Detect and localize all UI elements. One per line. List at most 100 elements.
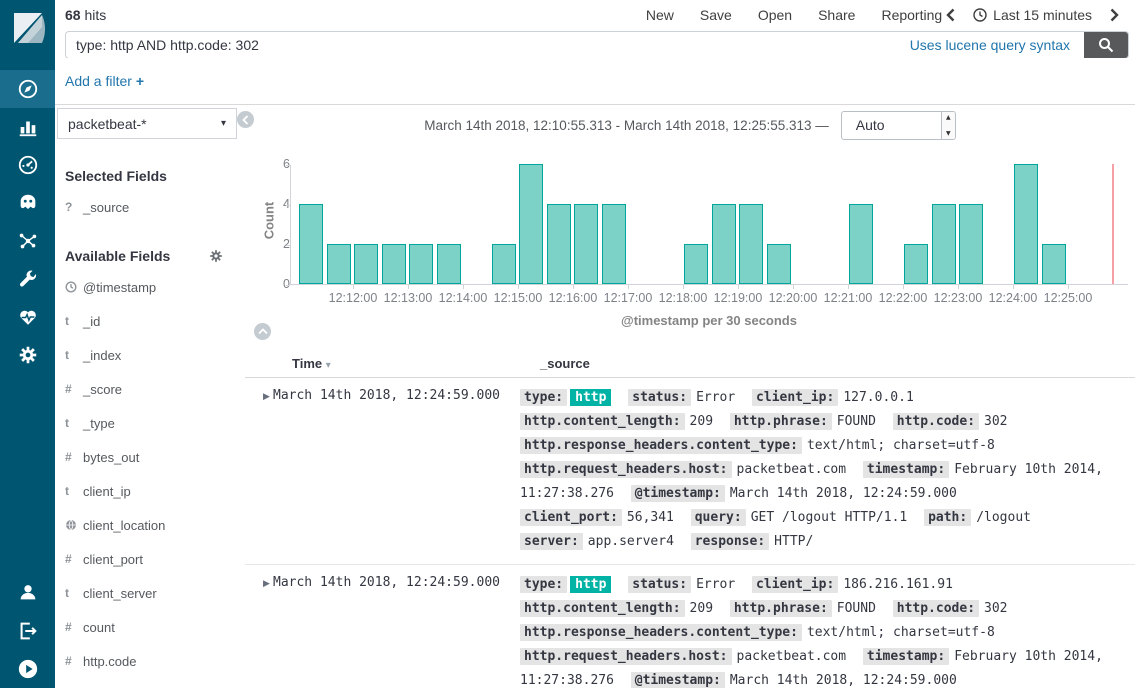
search-input[interactable] bbox=[66, 32, 910, 58]
user-account-icon bbox=[17, 581, 39, 603]
add-filter-button[interactable]: Add a filter + bbox=[65, 73, 144, 89]
histogram-bar[interactable] bbox=[519, 164, 543, 284]
kibana-logo[interactable] bbox=[0, 0, 55, 58]
x-axis-tick bbox=[628, 285, 629, 289]
table-header: Time ▾ _source bbox=[245, 350, 1135, 378]
field-item-@timestamp[interactable]: @timestamp bbox=[55, 270, 245, 304]
search-button[interactable] bbox=[1084, 32, 1128, 58]
nav-share-button[interactable]: Share bbox=[818, 7, 855, 23]
nav-open-button[interactable]: Open bbox=[758, 7, 792, 23]
histogram-bar[interactable] bbox=[904, 244, 928, 284]
histogram-bar[interactable] bbox=[1042, 244, 1066, 284]
field-item-client_server[interactable]: tclient_server bbox=[55, 576, 245, 610]
sidebar-item-visualize[interactable] bbox=[0, 108, 55, 146]
app-nav-rail bbox=[0, 0, 55, 688]
y-axis-tick bbox=[286, 245, 290, 246]
field-item-client_location[interactable]: client_location bbox=[55, 508, 245, 542]
histogram-bar[interactable] bbox=[684, 244, 708, 284]
histogram-bar[interactable] bbox=[959, 204, 983, 284]
field-item-bytes_out[interactable]: #bytes_out bbox=[55, 440, 245, 474]
nav-reporting-button[interactable]: Reporting bbox=[881, 7, 942, 23]
sidebar-item-dev-tools[interactable] bbox=[0, 260, 55, 298]
histogram-bar[interactable] bbox=[492, 244, 516, 284]
column-header-time[interactable]: Time ▾ bbox=[292, 356, 331, 371]
histogram-bar[interactable] bbox=[602, 204, 626, 284]
x-axis-tick-label: 12:25:00 bbox=[1038, 291, 1098, 305]
field-item-_index[interactable]: t_index bbox=[55, 338, 245, 372]
document-table: Time ▾ _source ▶March 14th 2018, 12:24:5… bbox=[245, 350, 1135, 688]
field-item-http.code[interactable]: #http.code bbox=[55, 644, 245, 678]
timepicker-label: Last 15 minutes bbox=[993, 7, 1092, 23]
sidebar-item-discover[interactable] bbox=[0, 70, 55, 108]
histogram-bar[interactable] bbox=[712, 204, 736, 284]
time-range-forward-button[interactable] bbox=[1106, 8, 1123, 22]
plus-icon: + bbox=[136, 73, 144, 89]
y-axis-tick-label: 4 bbox=[260, 197, 290, 211]
time-range-back-button[interactable] bbox=[942, 8, 959, 22]
x-axis-tick bbox=[793, 285, 794, 289]
sidebar-item-management[interactable] bbox=[0, 336, 55, 374]
histogram-bar[interactable] bbox=[574, 204, 598, 284]
collapse-nav-toggle[interactable] bbox=[0, 650, 55, 688]
field-item-client_ip[interactable]: tclient_ip bbox=[55, 474, 245, 508]
sort-descending-icon: ▾ bbox=[326, 360, 331, 371]
field-item-_source[interactable]: ?_source bbox=[55, 190, 245, 224]
sidebar-item-account[interactable] bbox=[0, 574, 55, 612]
sidebar-item-logout[interactable] bbox=[0, 612, 55, 650]
histogram-bar[interactable] bbox=[327, 244, 351, 284]
field-key-badge: status: bbox=[628, 576, 691, 593]
sidebar-item-graph[interactable] bbox=[0, 222, 55, 260]
table-rows: ▶March 14th 2018, 12:24:59.000type:http … bbox=[245, 378, 1135, 688]
expand-row-icon[interactable]: ▶ bbox=[263, 388, 270, 402]
chevron-right-icon bbox=[1110, 8, 1119, 22]
sidebar-item-monitoring[interactable] bbox=[0, 298, 55, 336]
field-key-badge: http.content_length: bbox=[520, 600, 685, 617]
histogram-bar[interactable] bbox=[299, 204, 323, 284]
date-field-type-icon bbox=[65, 281, 83, 293]
histogram-bar[interactable] bbox=[409, 244, 433, 284]
histogram-bar[interactable] bbox=[437, 244, 461, 284]
string-field-type-icon: t bbox=[65, 416, 83, 430]
table-row: ▶March 14th 2018, 12:24:59.000type:http … bbox=[245, 565, 1135, 688]
dashboard-icon bbox=[17, 154, 39, 176]
field-key-badge: query: bbox=[691, 509, 746, 526]
field-item-client_port[interactable]: #client_port bbox=[55, 542, 245, 576]
clock-icon bbox=[973, 8, 987, 22]
field-item-_id[interactable]: t_id bbox=[55, 304, 245, 338]
field-item-_score[interactable]: #_score bbox=[55, 372, 245, 406]
field-item-count[interactable]: #count bbox=[55, 610, 245, 644]
field-settings-button[interactable] bbox=[209, 249, 223, 263]
histogram-bar[interactable] bbox=[767, 244, 791, 284]
timepicker-button[interactable]: Last 15 minutes bbox=[973, 7, 1092, 23]
x-axis-tick-label: 12:22:00 bbox=[873, 291, 933, 305]
field-value: /logout bbox=[976, 510, 1031, 525]
histogram-bar[interactable] bbox=[547, 204, 571, 284]
selected-fields-list: ?_source bbox=[55, 190, 245, 224]
histogram-bar[interactable] bbox=[932, 204, 956, 284]
field-name: client_location bbox=[83, 518, 165, 533]
nav-save-button[interactable]: Save bbox=[700, 7, 732, 23]
x-axis-tick-label: 12:15:00 bbox=[488, 291, 548, 305]
histogram-bar[interactable] bbox=[354, 244, 378, 284]
expand-row-icon[interactable]: ▶ bbox=[263, 575, 270, 589]
histogram-bar[interactable] bbox=[1014, 164, 1038, 284]
histogram-bar[interactable] bbox=[739, 204, 763, 284]
sidebar-item-machine-learning[interactable] bbox=[0, 184, 55, 222]
y-axis-tick bbox=[286, 285, 290, 286]
field-key-badge: http.request_headers.host: bbox=[520, 648, 732, 665]
interval-select[interactable]: Auto ▲▼ bbox=[841, 111, 956, 140]
histogram-bar[interactable] bbox=[382, 244, 406, 284]
collapse-chart-button[interactable] bbox=[254, 323, 271, 340]
x-axis-tick bbox=[408, 285, 409, 289]
nav-new-button[interactable]: New bbox=[646, 7, 674, 23]
collapse-sidebar-button[interactable] bbox=[237, 111, 254, 128]
field-key-badge: http.content_length: bbox=[520, 413, 685, 430]
main-content: March 14th 2018, 12:10:55.313 - March 14… bbox=[245, 105, 1135, 688]
sidebar-item-dashboard[interactable] bbox=[0, 146, 55, 184]
lucene-syntax-link[interactable]: Uses lucene query syntax bbox=[910, 37, 1070, 53]
index-pattern-select[interactable]: packetbeat-* ▾ bbox=[57, 108, 237, 139]
histogram-bar[interactable] bbox=[849, 204, 873, 284]
histogram-plot bbox=[290, 165, 1128, 285]
field-key-badge: http.response_headers.content_type: bbox=[520, 624, 802, 641]
field-item-_type[interactable]: t_type bbox=[55, 406, 245, 440]
